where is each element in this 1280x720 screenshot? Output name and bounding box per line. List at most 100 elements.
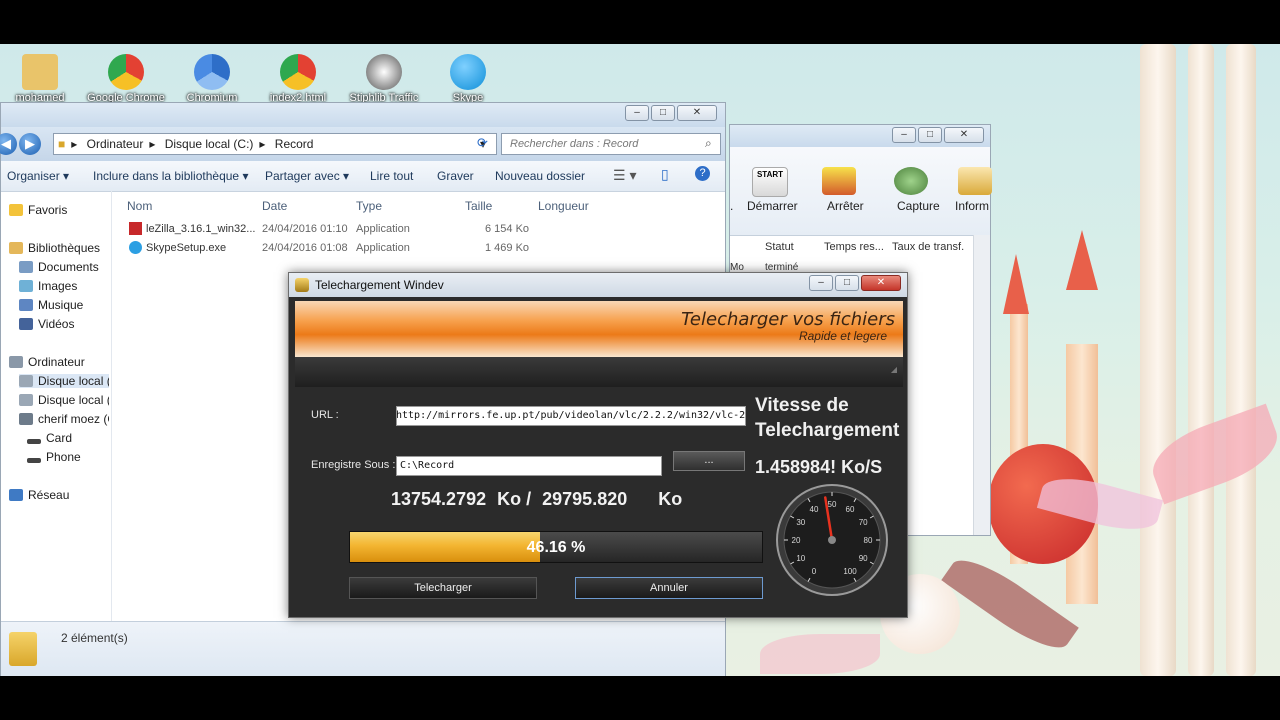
maximize-button[interactable]: □ [835,275,859,291]
sidebar-item-card[interactable]: Card [27,431,72,445]
start-button[interactable]: Démarrer [747,199,798,213]
desktop-icon-skype[interactable]: Skype [428,46,508,104]
sidebar-item-favorites[interactable]: Favoris [9,203,67,217]
sidebar-item-network[interactable]: Réseau [9,488,69,502]
filezilla-icon [129,222,142,235]
separator-band: ◢ [295,357,903,387]
share-button[interactable]: Partager avec ▾ [265,169,349,183]
explorer-toolbar: Organiser ▾ Inclure dans la bibliothèque… [1,161,725,192]
search-icon[interactable]: ⌕ [705,136,712,151]
desktop-icon-user[interactable]: mohamed [0,46,80,104]
separator-text: Ko / [497,489,532,509]
minimize-button[interactable]: – [625,105,649,121]
resize-icon: ◢ [890,365,897,374]
desktop-icon-chrome[interactable]: Google Chrome [86,46,166,104]
explorer-navbar: ◀ ▶ ■ ▸ Ordinateur ▸ Disque local (C:) ▸ Re… [0,127,725,161]
music-icon [19,299,33,311]
view-options-icon[interactable]: ☰ ▾ [613,167,636,184]
column-type[interactable]: Type [356,199,382,213]
windev-logo-icon [295,278,309,292]
bottom-letterbox [0,676,1280,720]
desktop-icon-chromium[interactable]: Chromium [172,46,252,104]
breadcrumb-item[interactable]: Disque local (C:) [165,137,254,151]
organize-button[interactable]: Organiser ▾ [7,169,69,183]
preview-pane-icon[interactable]: ▯ [661,166,669,183]
sidebar-item-drive-g[interactable]: cherif moez (G [19,412,109,426]
refresh-icon[interactable]: ⟳ [477,135,488,151]
speed-title: Vitesse de Telechargement [755,395,900,441]
gauge-tick-label: 0 [812,567,817,576]
file-size: 6 154 Ko [485,223,530,235]
close-button[interactable]: ✕ [677,105,717,121]
address-bar[interactable]: ■ ▸ Ordinateur ▸ Disque local (C:) ▸ Record… [53,133,497,155]
start-icon: START [752,167,788,197]
column-transfer-rate[interactable]: Taux de transf. [892,241,964,253]
sidebar-item-videos[interactable]: Vidéos [19,317,74,331]
dialog-title: Telechargement Windev [315,278,444,292]
download-button[interactable]: Telecharger [349,577,537,599]
wallpaper-leaf [760,634,880,674]
forward-button[interactable]: ▶ [19,133,41,155]
gauge-tick-label: 70 [859,518,868,527]
minimize-button[interactable]: – [892,127,916,143]
column-time-remaining[interactable]: Temps res... [824,241,884,253]
vertical-scrollbar[interactable] [973,235,990,535]
breadcrumb-item[interactable]: Record [275,137,314,151]
sidebar-item-libraries[interactable]: Bibliothèques [9,241,100,255]
desktop-icon-html[interactable]: index2.html [258,46,338,104]
breadcrumb-item[interactable]: Ordinateur [87,137,144,151]
burn-button[interactable]: Graver [437,169,474,183]
search-input[interactable]: Rechercher dans : Record [501,133,721,155]
maximize-button[interactable]: □ [651,105,675,121]
sidebar-item-phone[interactable]: Phone [27,450,81,464]
play-all-button[interactable]: Lire tout [370,169,413,183]
header-banner: Telecharger vos fichiers Rapide et leger… [295,301,903,357]
info-button[interactable]: Inform [955,199,989,213]
sidebar-item-drive-d[interactable]: Disque local (D [19,393,109,407]
chrome-icon [108,54,144,90]
desktop-icon-traffic[interactable]: Stiphlib Traffic [344,46,424,104]
gauge-tick-label: 10 [796,554,805,563]
maximize-button[interactable]: □ [918,127,942,143]
save-path-input[interactable]: C:\Record [396,456,662,476]
gauge-tick-label: 20 [792,536,801,545]
help-icon[interactable]: ? [695,166,710,181]
file-type: Application [356,242,410,254]
url-input[interactable]: http://mirrors.fe.up.pt/pub/videolan/vlc… [396,406,746,426]
column-length[interactable]: Longueur [538,199,589,213]
browse-button[interactable]: ... [673,451,745,471]
sidebar-item-computer[interactable]: Ordinateur [9,355,85,369]
column-name[interactable]: Nom [127,199,152,213]
skype-icon [450,54,486,90]
drive-icon [19,375,33,387]
sidebar-item-drive-c[interactable]: Disque local (C [19,374,109,388]
new-folder-button[interactable]: Nouveau dossier [495,169,585,183]
cancel-button[interactable]: Annuler [575,577,763,599]
file-name: leZilla_3.16.1_win32... [146,223,256,235]
file-date: 24/04/2016 01:08 [262,242,348,254]
wallpaper-roof [1003,254,1029,314]
drive-icon [19,413,33,425]
column-size[interactable]: Taille [465,199,492,213]
chromium-icon [194,54,230,90]
phone-icon [27,458,41,463]
videos-icon [19,318,33,330]
stop-button[interactable]: Arrêter [827,199,864,213]
sidebar-item-documents[interactable]: Documents [19,260,99,274]
column-status[interactable]: Statut [765,241,794,253]
close-button[interactable]: ✕ [861,275,901,291]
sidebar-item-music[interactable]: Musique [19,298,83,312]
file-row[interactable]: SkypeSetup.exe 24/04/2016 01:08 Applicat… [113,239,723,258]
back-button[interactable]: ◀ [0,133,17,155]
file-row[interactable]: leZilla_3.16.1_win32... 24/04/2016 01:10… [113,220,723,239]
capture-button[interactable]: Capture [897,199,940,213]
close-button[interactable]: ✕ [944,127,984,143]
speed-value: 1.458984! Ko/S [755,457,883,477]
sidebar-item-images[interactable]: Images [19,279,77,293]
include-library-button[interactable]: Inclure dans la bibliothèque ▾ [93,169,248,183]
navigation-pane: Favoris Bibliothèques Documents Images M… [1,191,112,621]
column-date[interactable]: Date [262,199,287,213]
info-icon [958,167,992,195]
wallpaper-tree [1188,44,1214,676]
minimize-button[interactable]: – [809,275,833,291]
